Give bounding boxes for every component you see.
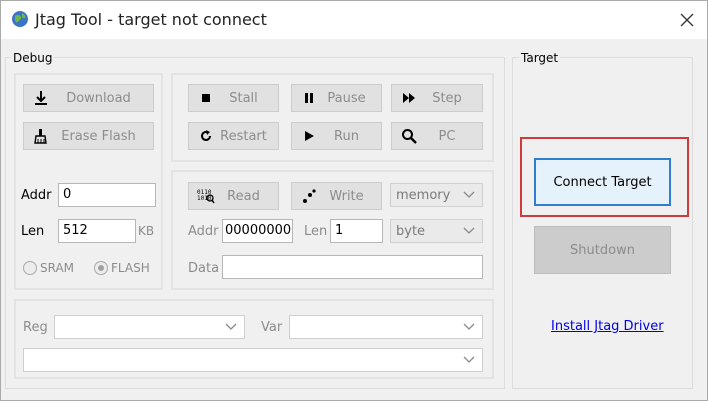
addr-label: Addr xyxy=(21,188,52,203)
title-bar: Jtag Tool - target not connect xyxy=(1,1,707,39)
mem-len-input[interactable]: 1 xyxy=(330,219,383,243)
chevron-down-icon xyxy=(225,323,237,330)
connect-target-button[interactable]: Connect Target xyxy=(534,158,671,206)
stop-icon xyxy=(197,89,215,107)
chevron-down-icon xyxy=(463,227,475,234)
sram-radio-circle xyxy=(23,261,37,275)
flash-label: FLASH xyxy=(111,261,150,275)
len-label: Len xyxy=(21,224,45,239)
sram-radio[interactable]: SRAM xyxy=(23,261,74,275)
run-label: Run xyxy=(334,128,359,144)
len-unit: KB xyxy=(138,224,155,238)
erase-flash-button[interactable]: Erase Flash xyxy=(23,122,154,150)
reg-select[interactable] xyxy=(54,315,245,339)
chevron-down-icon xyxy=(463,356,475,363)
stall-button[interactable]: Stall xyxy=(188,84,279,112)
addr-input[interactable]: 0 xyxy=(58,183,156,207)
binary-read-icon: 0110 1010 xyxy=(197,187,215,205)
app-globe-icon xyxy=(12,11,28,27)
write-button[interactable]: Write xyxy=(291,182,382,210)
mem-len-label: Len xyxy=(304,224,328,239)
mem-addr-label: Addr xyxy=(188,224,219,239)
flash-radio-circle xyxy=(94,261,108,275)
pc-label: PC xyxy=(438,128,456,144)
shutdown-button[interactable]: Shutdown xyxy=(534,226,671,274)
reg-label: Reg xyxy=(23,320,48,335)
flash-radio[interactable]: FLASH xyxy=(94,261,150,275)
read-label: Read xyxy=(227,188,260,204)
data-label: Data xyxy=(188,261,220,276)
read-button[interactable]: 0110 1010 Read xyxy=(188,182,279,210)
step-label: Step xyxy=(432,90,462,106)
stall-label: Stall xyxy=(229,90,258,106)
write-label: Write xyxy=(329,188,364,204)
var-select[interactable] xyxy=(289,315,483,339)
download-icon xyxy=(32,89,50,107)
play-icon xyxy=(300,127,318,145)
restart-label: Restart xyxy=(220,128,267,144)
width-value: byte xyxy=(396,223,426,239)
install-jtag-driver-link[interactable]: Install Jtag Driver xyxy=(551,319,664,334)
step-button[interactable]: Step xyxy=(391,84,483,112)
memory-type-select[interactable]: memory xyxy=(390,183,483,207)
data-input[interactable] xyxy=(222,255,483,279)
mem-addr-input[interactable]: 00000000 xyxy=(222,219,293,243)
width-select[interactable]: byte xyxy=(390,219,483,243)
download-button[interactable]: Download xyxy=(23,84,154,112)
erase-flash-label: Erase Flash xyxy=(61,128,136,144)
len-input[interactable]: 512 xyxy=(58,219,136,243)
search-icon xyxy=(400,127,418,145)
download-label: Download xyxy=(66,90,131,106)
var-label: Var xyxy=(261,320,283,335)
target-group-label: Target xyxy=(519,51,561,65)
target-group xyxy=(512,57,693,389)
expression-select[interactable] xyxy=(23,348,483,372)
memory-type-value: memory xyxy=(396,187,451,203)
window-title: Jtag Tool - target not connect xyxy=(35,10,267,29)
chevron-down-icon xyxy=(463,191,475,198)
step-icon xyxy=(400,89,418,107)
run-button[interactable]: Run xyxy=(291,122,382,150)
jtag-tool-window: Jtag Tool - target not connect Debug Dow… xyxy=(0,0,708,401)
chevron-down-icon xyxy=(463,323,475,330)
erase-brush-icon xyxy=(32,127,50,145)
write-icon xyxy=(300,187,318,205)
sram-label: SRAM xyxy=(40,261,75,275)
pause-label: Pause xyxy=(327,90,366,106)
close-icon[interactable] xyxy=(677,10,697,30)
pause-button[interactable]: Pause xyxy=(291,84,382,112)
debug-group-label: Debug xyxy=(11,51,55,65)
pc-button[interactable]: PC xyxy=(391,122,483,150)
restart-button[interactable]: Restart xyxy=(188,122,279,150)
restart-icon xyxy=(197,127,215,145)
pause-icon xyxy=(300,89,318,107)
